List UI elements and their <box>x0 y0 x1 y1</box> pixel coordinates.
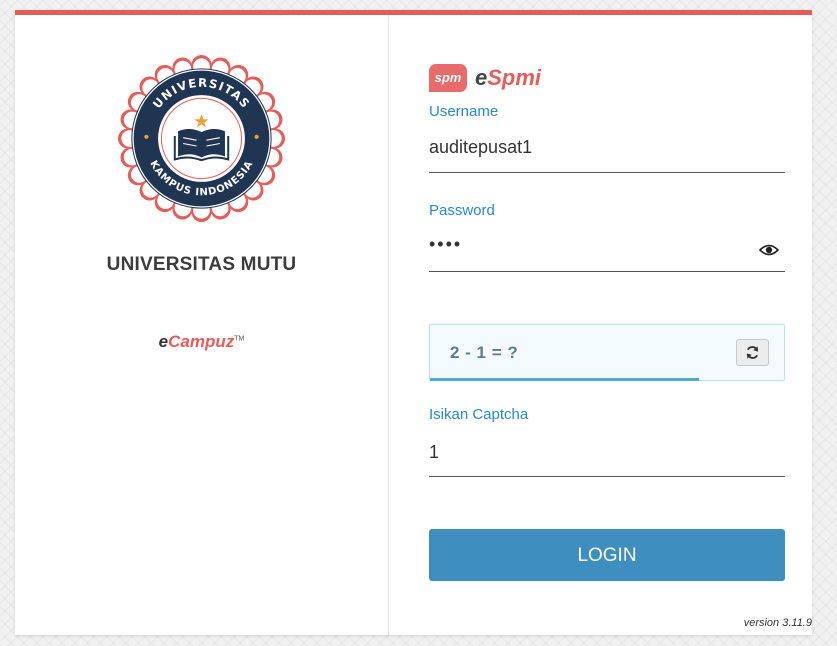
ecampuz-prefix: e <box>158 332 169 351</box>
username-field[interactable]: auditepusat1 <box>429 137 532 158</box>
password-label: Password <box>429 202 495 219</box>
university-name: UNIVERSITAS MUTU <box>106 254 297 275</box>
version-text: version 3.11.9 <box>743 617 812 629</box>
branding-panel: UNIVERSITAS KAMPUS INDONESIA UNIVERSITAS… <box>15 15 389 635</box>
university-seal: UNIVERSITAS KAMPUS INDONESIA <box>118 55 285 222</box>
captcha-underline <box>429 476 785 477</box>
espmi-name-rest: Spmi <box>487 65 542 90</box>
ecampuz-name: Campuz <box>168 332 235 351</box>
refresh-captcha-button[interactable] <box>736 339 769 366</box>
ecampuz-logo: eCampuzTM <box>15 332 388 352</box>
espmi-name: eSpmi <box>475 65 541 91</box>
seal-dot <box>144 134 149 139</box>
spm-badge: spm <box>429 64 467 92</box>
password-field[interactable]: •••• <box>429 234 462 255</box>
login-button[interactable]: LOGIN <box>429 529 785 581</box>
captcha-timer-bar <box>430 378 700 381</box>
username-label: Username <box>429 103 499 120</box>
seal-dot <box>254 134 259 139</box>
captcha-input[interactable]: 1 <box>429 442 439 463</box>
captcha-box: 2 - 1 = ? <box>429 324 785 381</box>
login-card: UNIVERSITAS KAMPUS INDONESIA UNIVERSITAS… <box>15 10 812 635</box>
username-underline <box>429 172 785 173</box>
captcha-question: 2 - 1 = ? <box>450 343 519 362</box>
ecampuz-tm: TM <box>234 335 245 343</box>
password-underline <box>429 271 785 272</box>
captcha-label: Isikan Captcha <box>429 406 529 423</box>
espmi-name-prefix: e <box>475 65 488 90</box>
eye-icon[interactable] <box>759 244 779 256</box>
refresh-icon <box>746 346 759 359</box>
